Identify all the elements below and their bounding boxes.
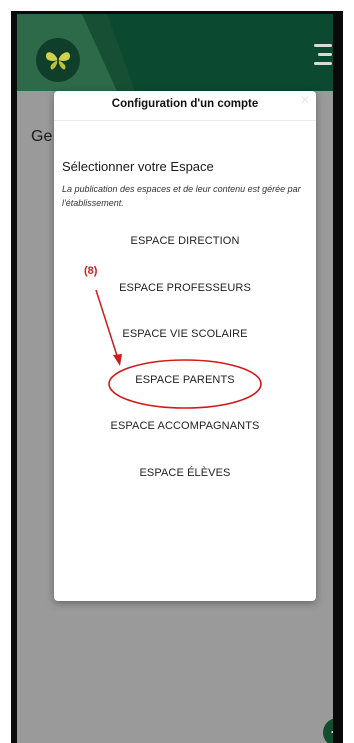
page-title: Ge [31, 128, 53, 145]
menu-icon[interactable] [312, 42, 332, 68]
section-heading: Sélectionner votre Espace [62, 159, 214, 174]
dialog-title: Configuration d'un compte [111, 98, 259, 110]
divider [54, 120, 316, 121]
account-config-dialog: ✕ Configuration d'un compte Sélectionner… [54, 91, 316, 601]
annotation-label: (8) [84, 265, 98, 277]
section-note: La publication des espaces et de leur co… [62, 184, 301, 208]
espace-eleves-button[interactable]: ESPACE ÉLÈVES [54, 467, 316, 479]
espace-direction-button[interactable]: ESPACE DIRECTION [54, 235, 316, 247]
plus-icon: + [330, 720, 333, 743]
espace-parents-button[interactable]: ESPACE PARENTS [54, 374, 316, 386]
espace-accompagnants-button[interactable]: ESPACE ACCOMPAGNANTS [54, 420, 316, 432]
add-button[interactable]: + [323, 718, 333, 743]
app-header [17, 14, 333, 91]
espace-vie-scolaire-button[interactable]: ESPACE VIE SCOLAIRE [54, 328, 316, 340]
logo[interactable] [36, 38, 80, 82]
butterfly-icon [46, 52, 70, 70]
espace-professeurs-button[interactable]: ESPACE PROFESSEURS [54, 282, 316, 294]
